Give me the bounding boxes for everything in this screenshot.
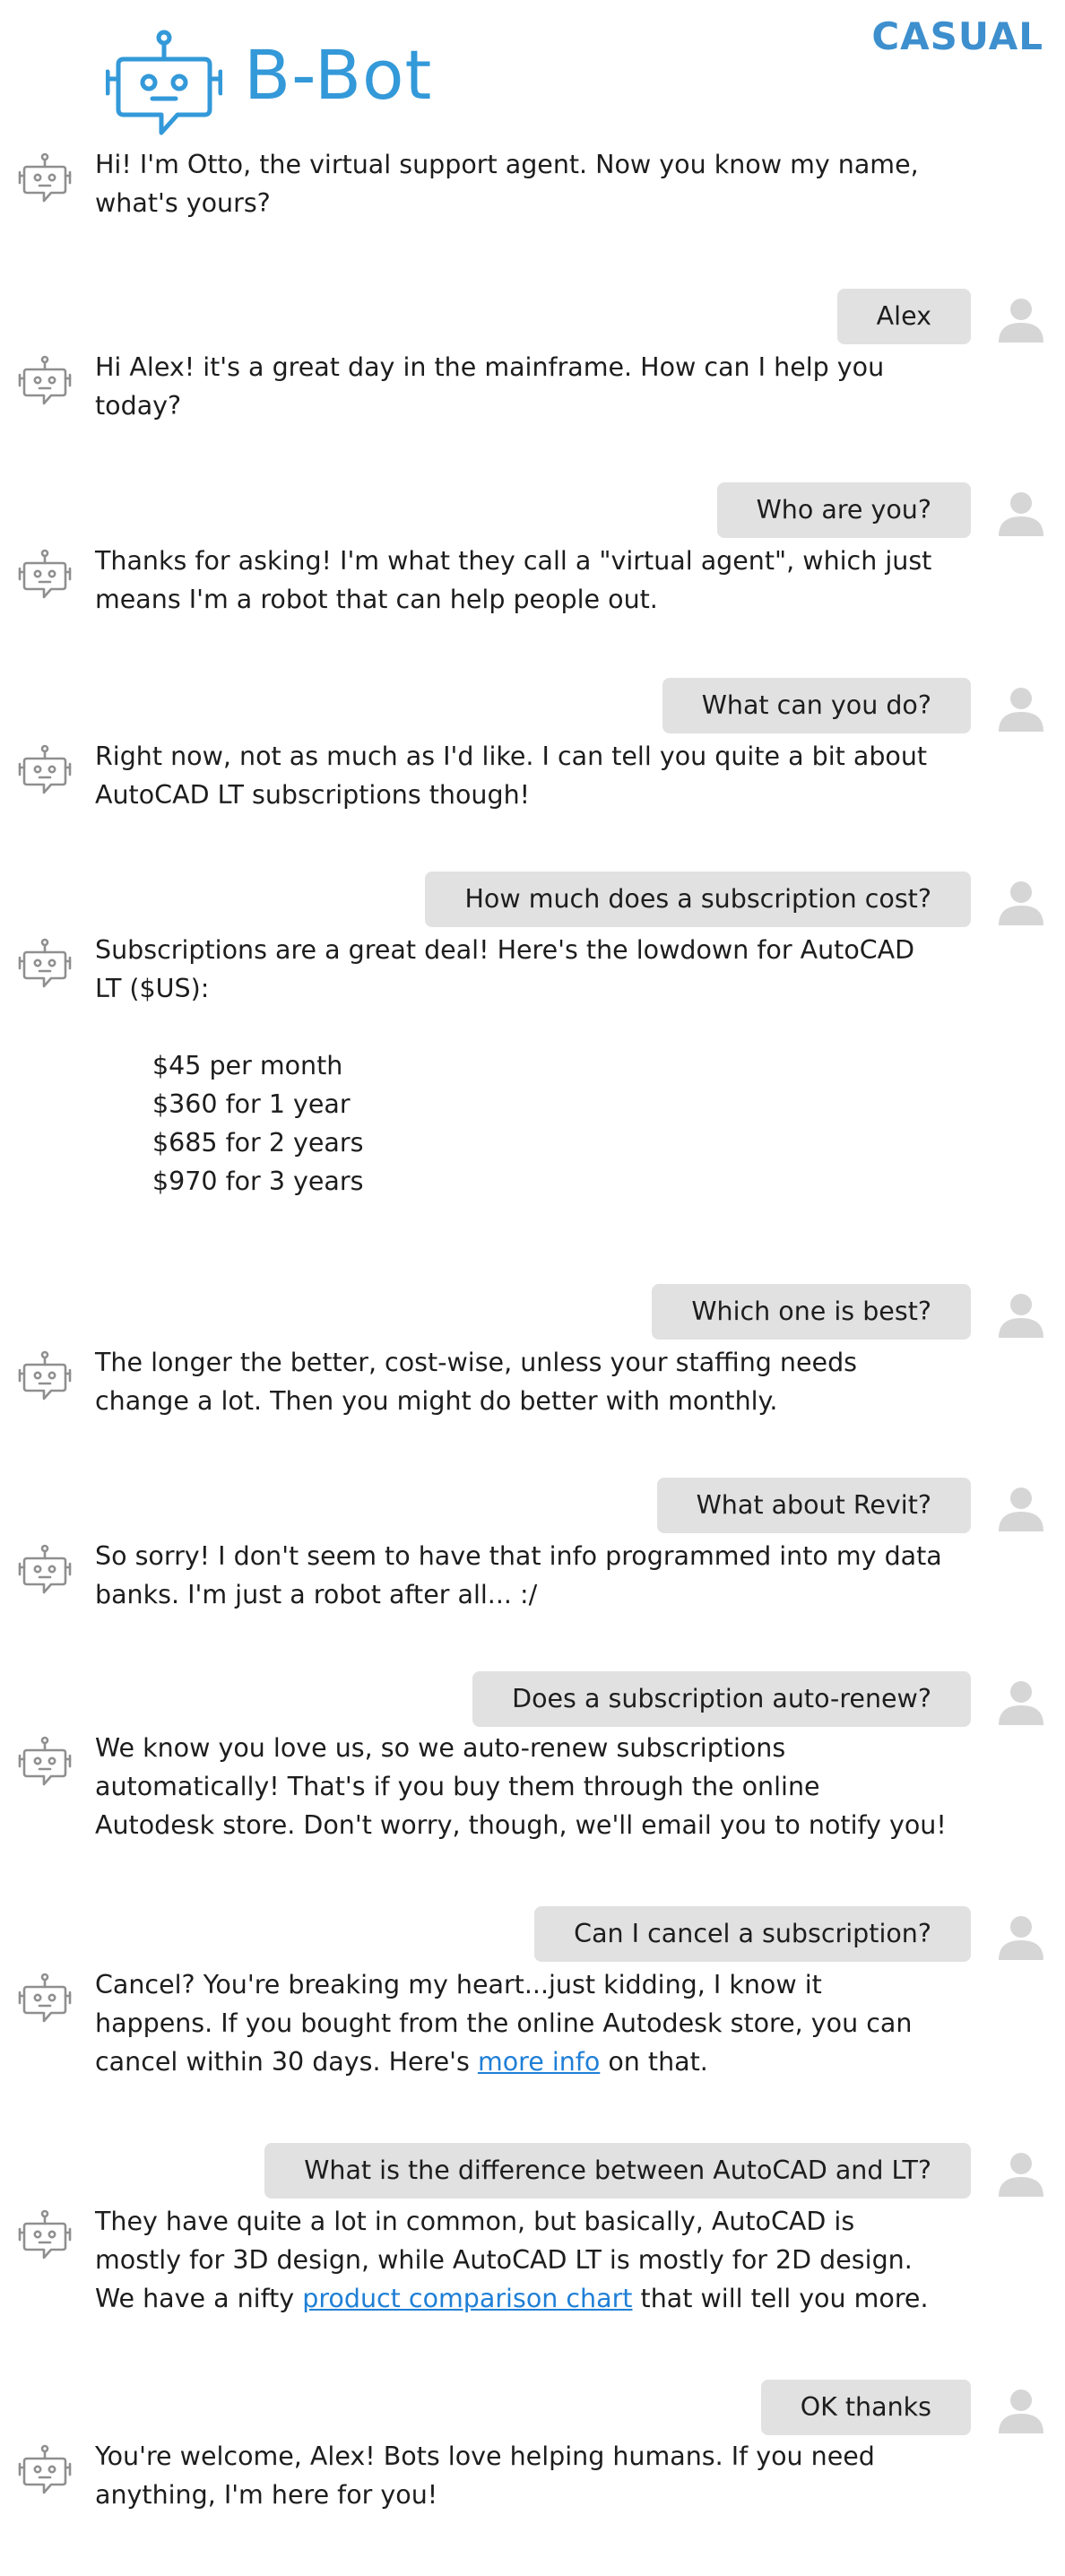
user-silhouette-icon xyxy=(995,296,1047,343)
user-silhouette-icon xyxy=(995,490,1047,536)
bot-message-text: Subscriptions are a great deal! Here's t… xyxy=(95,931,947,1201)
app-header: B-Bot CASUAL xyxy=(0,0,1065,152)
price-list: $45 per month $360 for 1 year $685 for 2 y… xyxy=(152,1046,947,1201)
user-message-bubble: Who are you? xyxy=(716,482,971,538)
price-item: $45 per month xyxy=(152,1051,343,1080)
user-silhouette-icon xyxy=(995,1913,1047,1960)
user-silhouette-icon xyxy=(995,1485,1047,1531)
price-item: $685 for 2 years xyxy=(152,1128,364,1158)
message-text: We know you love us, so we auto-renew su… xyxy=(95,1733,947,1840)
user-message-bubble: What is the difference between AutoCAD a… xyxy=(264,2143,971,2199)
message-text: on that. xyxy=(600,2047,708,2077)
bot-message-text: Cancel? You're breaking my heart...just … xyxy=(95,1965,947,2081)
user-message-bubble: OK thanks xyxy=(760,2380,971,2435)
user-message-bubble: What can you do? xyxy=(662,678,971,733)
robot-icon xyxy=(18,1973,72,2026)
user-message: Does a subscription auto-renew? xyxy=(0,1671,1065,1727)
user-message: Alex xyxy=(0,289,1065,344)
message-text: Thanks for asking! I'm what they call a … xyxy=(95,546,932,614)
robot-icon xyxy=(18,2444,72,2498)
user-message-bubble: Alex xyxy=(836,289,971,344)
user-silhouette-icon xyxy=(995,1291,1047,1338)
robot-icon xyxy=(18,152,72,206)
user-silhouette-icon xyxy=(995,685,1047,732)
user-silhouette-icon xyxy=(995,1678,1047,1725)
message-text: Hi! I'm Otto, the virtual support agent.… xyxy=(95,150,919,218)
price-item: $970 for 3 years xyxy=(152,1167,364,1196)
user-message: OK thanks xyxy=(0,2380,1065,2435)
user-message-bubble: Can I cancel a subscription? xyxy=(534,1906,971,1962)
robot-icon xyxy=(18,2209,72,2263)
robot-icon xyxy=(18,1736,72,1790)
message-link[interactable]: more info xyxy=(478,2047,600,2077)
message-text: Right now, not as much as I'd like. I ca… xyxy=(95,742,928,810)
robot-icon xyxy=(18,938,72,992)
user-message: Can I cancel a subscription? xyxy=(0,1906,1065,1962)
bot-message-text: Right now, not as much as I'd like. I ca… xyxy=(95,737,947,814)
user-message-bubble: What about Revit? xyxy=(656,1478,971,1533)
message-text: You're welcome, Alex! Bots love helping … xyxy=(95,2442,875,2510)
bot-message-text: We know you love us, so we auto-renew su… xyxy=(95,1729,947,1844)
message-text: that will tell you more. xyxy=(632,2284,929,2313)
bot-message-text: They have quite a lot in common, but bas… xyxy=(95,2202,947,2318)
user-silhouette-icon xyxy=(995,2387,1047,2433)
robot-icon xyxy=(18,1544,72,1598)
robot-icon xyxy=(18,1350,72,1404)
message-link[interactable]: product comparison chart xyxy=(302,2284,632,2313)
bot-message-text: Hi Alex! it's a great day in the mainfra… xyxy=(95,348,947,425)
robot-icon xyxy=(18,744,72,798)
user-message-bubble: Which one is best? xyxy=(652,1284,971,1340)
user-message: What is the difference between AutoCAD a… xyxy=(0,2143,1065,2199)
user-message: How much does a subscription cost? xyxy=(0,872,1065,927)
user-message-bubble: Does a subscription auto-renew? xyxy=(472,1671,971,1727)
user-message: What about Revit? xyxy=(0,1478,1065,1533)
mode-badge: CASUAL xyxy=(871,14,1043,58)
robot-icon xyxy=(18,549,72,603)
robot-icon xyxy=(18,355,72,409)
robot-chat-icon xyxy=(106,30,222,135)
user-silhouette-icon xyxy=(995,879,1047,925)
message-text: The longer the better, cost-wise, unless… xyxy=(95,1348,858,1416)
user-message: Which one is best? xyxy=(0,1284,1065,1340)
message-text: Subscriptions are a great deal! Here's t… xyxy=(95,935,915,1003)
message-text: So sorry! I don't seem to have that info… xyxy=(95,1541,942,1609)
user-message: Who are you? xyxy=(0,482,1065,538)
bot-message-text: So sorry! I don't seem to have that info… xyxy=(95,1537,947,1614)
price-item: $360 for 1 year xyxy=(152,1089,351,1119)
user-message-bubble: How much does a subscription cost? xyxy=(425,872,971,927)
bot-message-text: Thanks for asking! I'm what they call a … xyxy=(95,542,947,619)
user-silhouette-icon xyxy=(995,2150,1047,2197)
user-message: What can you do? xyxy=(0,678,1065,733)
bot-message-text: You're welcome, Alex! Bots love helping … xyxy=(95,2437,947,2514)
bot-message-text: Hi! I'm Otto, the virtual support agent.… xyxy=(95,145,947,222)
message-text: Hi Alex! it's a great day in the mainfra… xyxy=(95,352,885,421)
brand-name: B-Bot xyxy=(244,35,433,115)
bot-message-text: The longer the better, cost-wise, unless… xyxy=(95,1343,947,1420)
